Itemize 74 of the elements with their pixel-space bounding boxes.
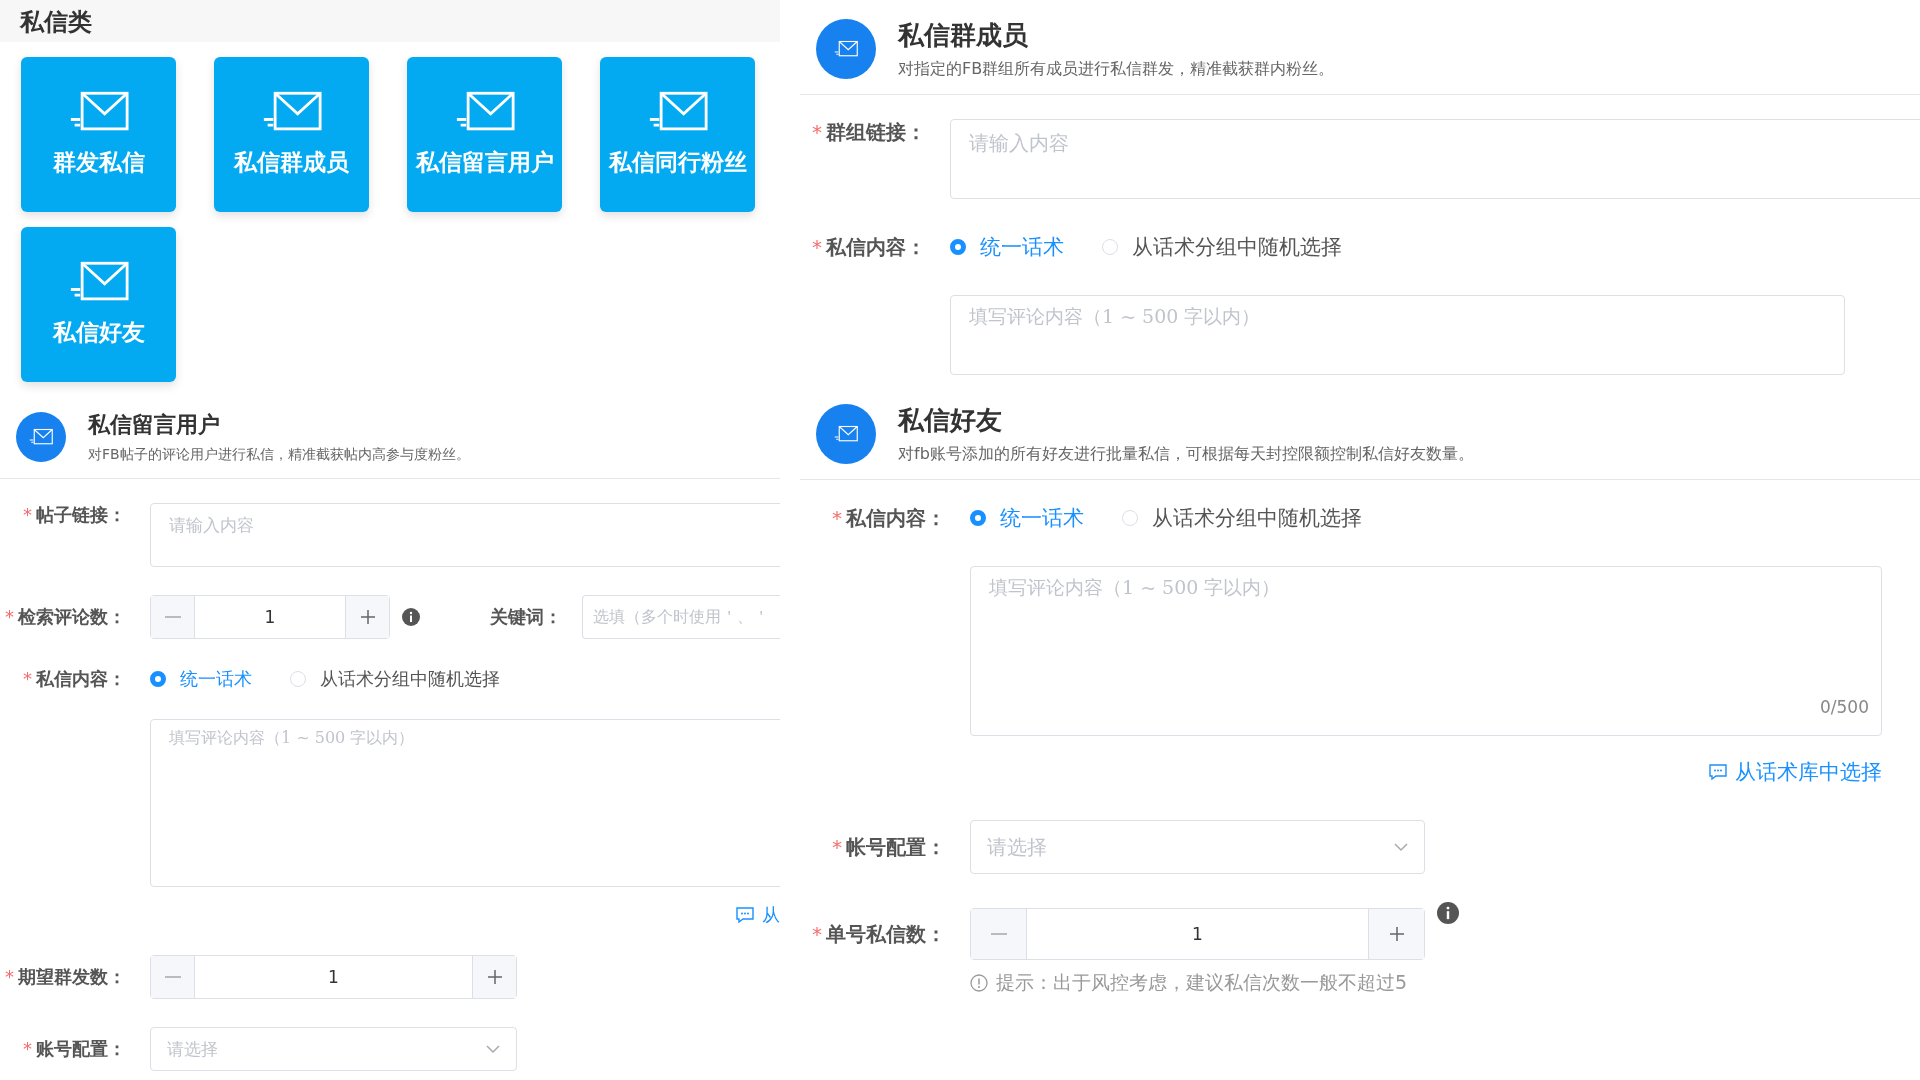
panel-description: 对FB帖子的评论用户进行私信，精准截获帖内高参与度粉丝。	[88, 446, 470, 464]
field-label: * 检索评论数：	[4, 605, 127, 629]
radio-option[interactable]: 统一话术	[150, 667, 252, 691]
increment-button[interactable]	[472, 956, 516, 998]
field-label: * 帖子链接：	[22, 503, 127, 527]
panel-description: 对fb账号添加的所有好友进行批量私信，可根据每天封控限额控制私信好友数量。	[898, 444, 1474, 465]
radio-option[interactable]: 统一话术	[950, 233, 1064, 261]
envelope-icon	[68, 261, 129, 303]
chevron-down-icon	[486, 1044, 500, 1054]
feature-tile[interactable]: 私信群成员	[214, 57, 369, 212]
number-stepper[interactable]: 1	[970, 908, 1425, 960]
chat-icon	[1709, 764, 1727, 780]
envelope-icon	[834, 425, 858, 443]
text-area[interactable]: 填写评论内容（1 ~ 500 字以内）	[150, 719, 780, 887]
panel-title: 私信群成员	[898, 19, 1029, 52]
placeholder-text: 填写评论内容（1 ~ 500 字以内）	[989, 576, 1281, 598]
placeholder-text: 填写评论内容（1 ~ 500 字以内）	[169, 728, 415, 747]
envelope-icon	[261, 91, 322, 133]
envelope-icon	[454, 91, 515, 133]
chevron-down-icon	[1394, 842, 1408, 852]
field-label: 关键词：	[490, 605, 563, 629]
char-counter: 0/500	[1820, 697, 1869, 717]
number-value: 1	[1191, 923, 1204, 946]
decrement-button[interactable]	[971, 909, 1027, 959]
field-label: * 群组链接：	[811, 119, 927, 146]
decrement-button[interactable]	[151, 956, 195, 998]
feature-tile[interactable]: 私信同行粉丝	[600, 57, 755, 212]
radio-option[interactable]: 从话术分组中随机选择	[1102, 233, 1342, 261]
text-area[interactable]: 填写评论内容（1 ~ 500 字以内） 0/500	[970, 566, 1882, 736]
envelope-icon	[68, 91, 129, 133]
field-label: * 帐号配置：	[831, 833, 947, 861]
script-library-link[interactable]: 从话术库中选择	[1709, 758, 1882, 786]
radio-option[interactable]: 统一话术	[970, 504, 1084, 532]
plus-icon	[486, 969, 503, 985]
field-label: * 私信内容：	[811, 233, 927, 261]
number-value: 1	[263, 606, 277, 629]
number-stepper[interactable]: 1	[150, 595, 390, 639]
number-value: 1	[327, 966, 340, 989]
panel-title: 私信留言用户	[88, 411, 221, 439]
minus-icon	[990, 933, 1007, 935]
plus-icon	[1388, 926, 1405, 942]
placeholder-text: 填写评论内容（1 ~ 500 字以内）	[969, 305, 1261, 327]
radio-option[interactable]: 从话术分组中随机选择	[290, 667, 500, 691]
number-stepper[interactable]: 1	[150, 955, 517, 999]
select-field[interactable]: 请选择	[970, 820, 1425, 874]
feature-tile[interactable]: 私信留言用户	[407, 57, 562, 212]
script-library-link[interactable]: 从	[736, 903, 780, 927]
hint-text: 提示：出于风控考虑，建议私信次数一般不超过5	[996, 970, 1408, 995]
text-area[interactable]: 填写评论内容（1 ~ 500 字以内）	[950, 295, 1845, 375]
panel-title: 私信好友	[898, 404, 1003, 437]
category-title: 私信类	[0, 0, 780, 42]
field-label: * 私信内容：	[22, 667, 127, 691]
radio-option[interactable]: 从话术分组中随机选择	[1122, 504, 1362, 532]
envelope-icon	[834, 40, 858, 58]
field-label: * 单号私信数：	[811, 920, 947, 948]
plus-icon	[359, 609, 376, 625]
field-label: * 账号配置：	[22, 1037, 127, 1061]
decrement-button[interactable]	[151, 596, 195, 638]
minus-icon	[164, 616, 181, 618]
input-field[interactable]: 请输入内容	[150, 503, 780, 567]
keyword-field[interactable]: 选填（多个时使用＇、＇	[582, 595, 780, 639]
field-label: * 私信内容：	[831, 504, 947, 532]
chat-icon	[736, 907, 754, 923]
field-label: * 期望群发数：	[4, 965, 127, 989]
feature-tile[interactable]: 私信好友	[21, 227, 176, 382]
minus-icon	[164, 976, 181, 978]
panel-description: 对指定的FB群组所有成员进行私信群发，精准截获群内粉丝。	[898, 59, 1335, 80]
envelope-icon	[29, 428, 53, 446]
increment-button[interactable]	[345, 596, 389, 638]
info-icon	[970, 974, 988, 992]
envelope-icon	[647, 91, 708, 133]
select-field[interactable]: 请选择	[150, 1027, 517, 1071]
input-field[interactable]: 请输入内容	[950, 119, 1920, 199]
feature-tile[interactable]: 群发私信	[21, 57, 176, 212]
